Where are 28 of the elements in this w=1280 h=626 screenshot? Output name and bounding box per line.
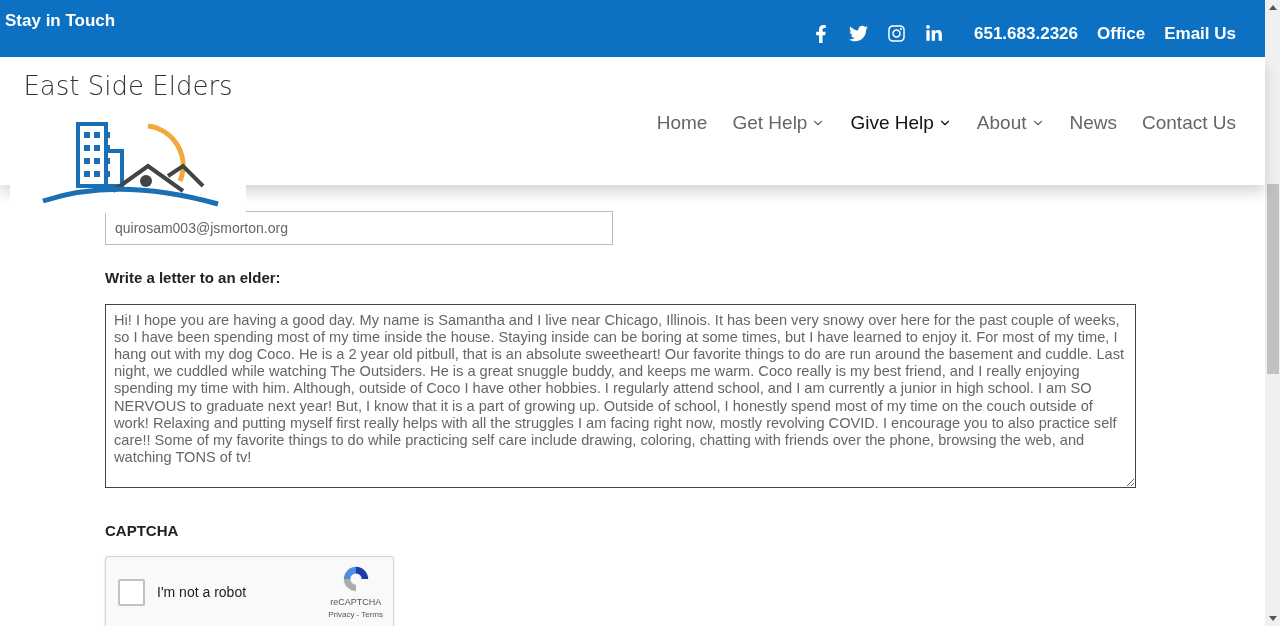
checkbox-label: I'm not a robot (157, 583, 247, 602)
letter-textarea[interactable]: Hi! I hope you are having a good day. My name is Samantha and I live near Chicago, Illinois. It has been very snowy over here for the past couple of weeks, so I have been spending most of my time inside the house. Staying inside can be boring at some times, but I have learned to enjoy it. For most of my time, I hang out with my dog Coco. He is a 2 year old pitbull, that is an absolute sweetheart! Our favorite things to do are run around the basement and cuddle. Last night, we cuddled while watching The Outsiders. He is a great snuggle buddy, and keeps me warm. Coco really is my best friend, and I really enjoying spending my time with him. Although, outside of Coco I have other hobbies. I regularly attend school, and I am currently a junior in high school. I am SO NERVOUS to graduate next year! But, I know that it is a part of growing up. Outside of school, I honestly spend most of my time on the couch outside of work! Relaxing and putting myself first really helps with all the struggles I am facing right now, mostly revolving COVID. I encourage you to also practice self care!! Some of my favorite things to do while practicing self care include drawing, coloring, chatting with friends over the phone, browsing the web, and watching TONS of tv! (105, 303, 1136, 488)
logo-text: East Side Elders (23, 73, 233, 99)
top-bar-link[interactable]: Email Us (1164, 20, 1236, 47)
linkedin-icon[interactable] (925, 24, 943, 43)
email-field[interactable]: quirosam003@jsmorton.org (105, 211, 613, 245)
nav-link[interactable]: Home (656, 109, 708, 138)
nav-link[interactable]: Contact Us (1142, 109, 1236, 138)
scrollbar[interactable] (1265, 0, 1280, 626)
scroll-up-arrow-icon[interactable] (1268, 5, 1277, 10)
nav-link[interactable]: Give Help (850, 109, 952, 138)
nav-link[interactable]: Get Help (732, 109, 826, 138)
nav-link[interactable]: About (976, 109, 1045, 138)
twitter-icon[interactable] (849, 24, 868, 43)
phone-link[interactable]: 651.683.2326 (974, 20, 1078, 47)
nav-link[interactable]: News (1069, 109, 1117, 138)
link-separator: - (356, 609, 360, 622)
instagram-icon[interactable] (887, 24, 906, 43)
letter-label: Write a letter to an elder: (105, 268, 282, 288)
captcha-label: CAPTCHA (105, 520, 180, 541)
captcha-checkbox[interactable] (118, 579, 145, 606)
top-bar-link[interactable]: Office (1097, 20, 1146, 47)
privacy-link[interactable]: Privacy (328, 609, 355, 622)
scroll-down-arrow-icon[interactable] (1268, 616, 1277, 621)
top-bar-title: Stay in Touch (5, 10, 116, 32)
scrollbar-thumb[interactable] (1266, 184, 1279, 374)
terms-link[interactable]: Terms (361, 609, 383, 622)
recaptcha-brand: reCAPTCHA (330, 595, 382, 609)
